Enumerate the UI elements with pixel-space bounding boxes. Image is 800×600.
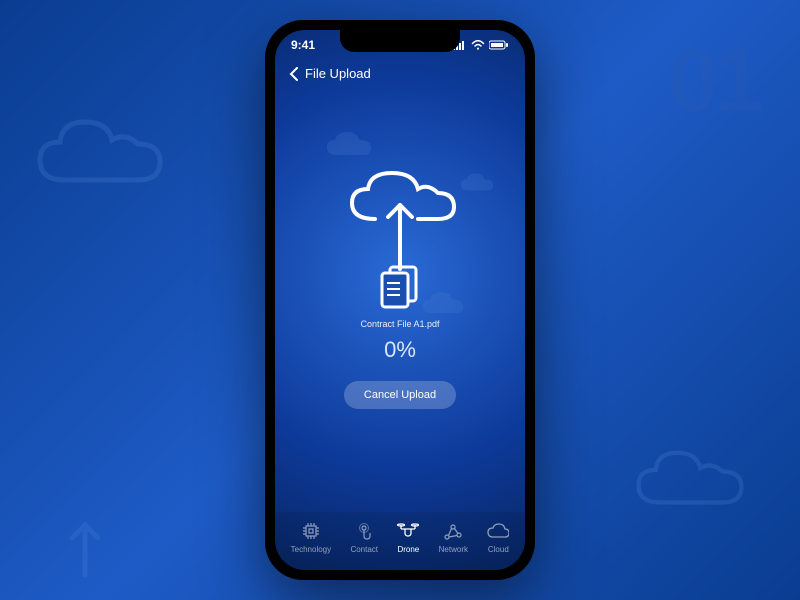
tab-cloud[interactable]: Cloud — [487, 520, 509, 554]
tab-network[interactable]: Network — [439, 520, 468, 554]
chip-icon — [300, 520, 322, 542]
cloud-icon — [325, 130, 373, 160]
page-index: 01 — [668, 30, 760, 133]
tab-label: Cloud — [488, 545, 509, 554]
phone-frame: 9:41 File Upload — [265, 20, 535, 580]
cloud-icon — [487, 520, 509, 542]
tab-label: Network — [439, 545, 468, 554]
tab-label: Drone — [397, 545, 419, 554]
drone-icon — [397, 520, 419, 542]
status-time: 9:41 — [291, 38, 315, 52]
bg-arrow-icon — [60, 510, 110, 580]
bg-cloud-icon — [630, 442, 750, 520]
tab-label: Contact — [350, 545, 378, 554]
header[interactable]: File Upload — [275, 52, 525, 81]
bg-cloud-icon — [30, 110, 170, 200]
tab-contact[interactable]: Contact — [350, 520, 378, 554]
network-icon — [442, 520, 464, 542]
notch — [340, 30, 460, 52]
battery-icon — [489, 40, 509, 50]
tab-drone[interactable]: Drone — [397, 520, 419, 554]
screen: 9:41 File Upload — [275, 30, 525, 570]
tab-technology[interactable]: Technology — [291, 520, 331, 554]
touch-icon — [353, 520, 375, 542]
page-title: File Upload — [305, 66, 371, 81]
cloud-upload-icon — [340, 169, 460, 309]
cancel-upload-button[interactable]: Cancel Upload — [344, 381, 456, 409]
upload-progress: 0% — [384, 337, 416, 363]
back-icon[interactable] — [289, 67, 299, 81]
tab-bar: Technology Contact Drone Network Cloud — [275, 512, 525, 570]
tab-label: Technology — [291, 545, 331, 554]
wifi-icon — [471, 40, 485, 50]
upload-filename: Contract File A1.pdf — [360, 319, 439, 329]
